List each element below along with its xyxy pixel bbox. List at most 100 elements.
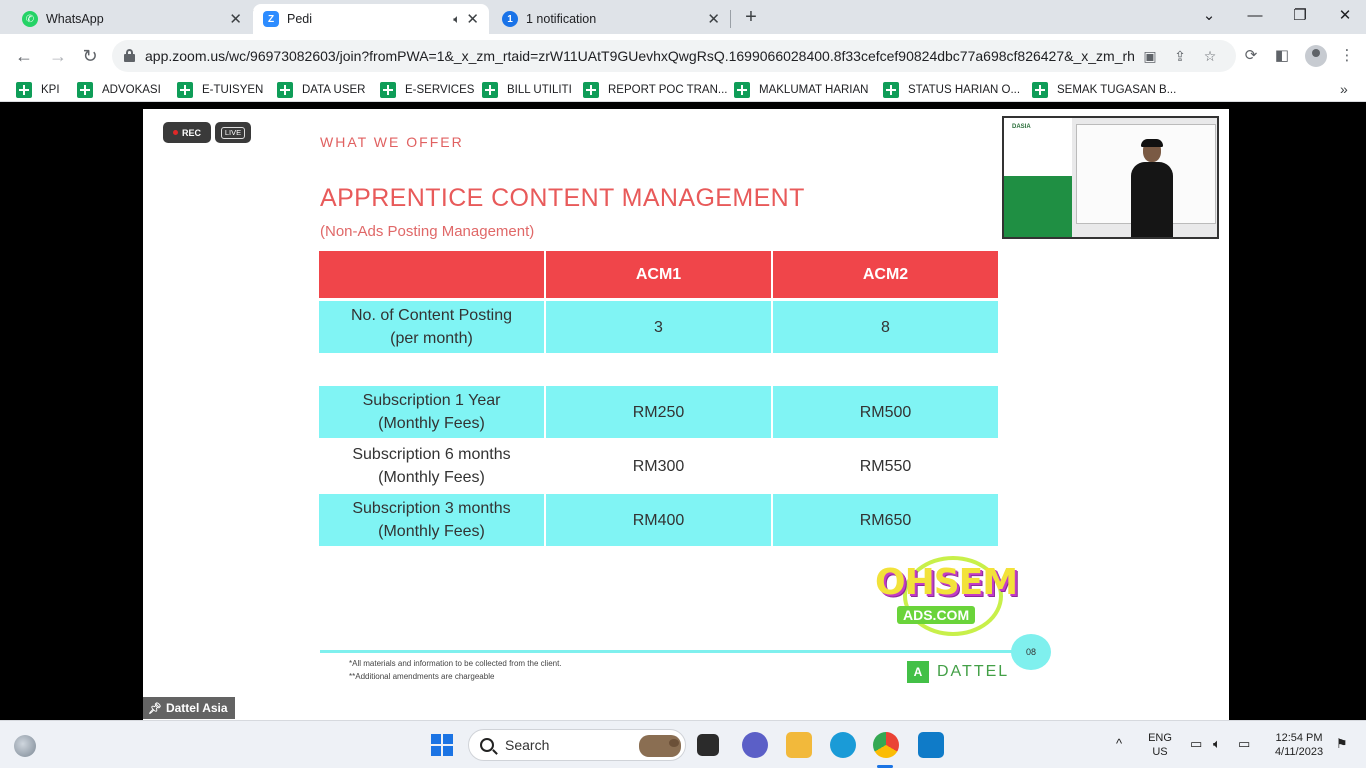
bookmark-item[interactable]: DATA USER: [277, 82, 365, 98]
task-view-icon[interactable]: [697, 734, 719, 756]
store-app-icon[interactable]: [918, 732, 944, 758]
clock-date: 4/11/2023: [1274, 746, 1324, 758]
bookmark-label: KPI: [41, 84, 60, 96]
share-icon[interactable]: ⇪: [1170, 46, 1190, 66]
search-highlight-icon: [639, 735, 681, 757]
bookmark-item[interactable]: E-TUISYEN: [177, 82, 263, 98]
dattel-logo-icon: A: [907, 661, 929, 683]
dattel-brand: A DATTEL: [907, 661, 1009, 683]
address-bar[interactable]: app.zoom.us/wc/96973082603/join?fromPWA=…: [112, 40, 1236, 72]
reload-button[interactable]: ↻: [76, 42, 104, 70]
bookmark-item[interactable]: MAKLUMAT HARIAN: [734, 82, 868, 98]
close-tab-icon[interactable]: ✕: [707, 10, 720, 28]
bookmark-item[interactable]: E-SERVICES: [380, 82, 474, 98]
logo-sub-text: ADS.COM: [897, 606, 976, 624]
windows-start-icon[interactable]: [431, 734, 453, 756]
row-label-line: (Monthly Fees): [378, 415, 485, 432]
cell-acm1-posting: 3: [546, 301, 771, 353]
tab-search-chevron-icon[interactable]: ⌄: [1186, 4, 1232, 28]
profile-avatar[interactable]: [1305, 45, 1327, 67]
teams-chat-icon[interactable]: [742, 732, 768, 758]
participant-name-tag: 📌︎ Dattel Asia: [143, 697, 235, 719]
tab-title: Pedi: [287, 12, 313, 26]
tab-pedi[interactable]: Z Pedi 🔈︎ ✕: [253, 4, 489, 34]
close-tab-icon[interactable]: ✕: [466, 10, 479, 28]
bookmark-item[interactable]: BILL UTILITI: [482, 82, 572, 98]
sheets-icon: [16, 82, 32, 98]
cell-acm1-6-months: RM300: [546, 440, 771, 492]
chrome-browser-icon[interactable]: [873, 732, 899, 758]
search-icon: [480, 738, 494, 752]
browser-tab-strip: ✆ WhatsApp ✕ Z Pedi 🔈︎ ✕ 1 1 notificatio…: [0, 0, 1366, 34]
side-panel-icon[interactable]: ◧: [1271, 45, 1293, 67]
footnote: **Additional amendments are chargeable: [349, 672, 495, 681]
cell-acm2-6-months: RM550: [773, 440, 998, 492]
bookmark-item[interactable]: REPORT POC TRAN...: [583, 82, 728, 98]
language-code: ENG: [1148, 732, 1172, 744]
bookmark-item[interactable]: ADVOKASI: [77, 82, 161, 98]
tab-separator: [730, 10, 731, 28]
bookmark-item[interactable]: STATUS HARIAN O...: [883, 82, 1020, 98]
clock-time: 12:54 PM: [1275, 732, 1323, 744]
input-language[interactable]: ENG US: [1146, 731, 1174, 759]
live-indicator[interactable]: LIVE: [215, 122, 251, 143]
bookmark-star-icon[interactable]: ☆: [1200, 46, 1220, 66]
minimize-button[interactable]: —: [1232, 4, 1278, 28]
bookmark-label: MAKLUMAT HARIAN: [759, 84, 869, 96]
battery-icon[interactable]: ▭: [1238, 736, 1250, 752]
close-tab-icon[interactable]: ✕: [229, 10, 242, 28]
sheets-icon: [277, 82, 293, 98]
clock[interactable]: 12:54 PM 4/11/2023: [1266, 731, 1332, 759]
speaker-video-thumbnail[interactable]: DASIA: [1002, 116, 1219, 239]
bookmark-label: E-SERVICES: [405, 84, 475, 96]
menu-kebab-icon[interactable]: ⋮: [1336, 45, 1358, 67]
weather-widget-icon[interactable]: [14, 735, 36, 757]
sheets-icon: [1032, 82, 1048, 98]
browser-toolbar: ← → ↻ app.zoom.us/wc/96973082603/join?fr…: [0, 34, 1366, 78]
bookmarks-overflow-icon[interactable]: »: [1340, 81, 1348, 97]
bookmark-label: DATA USER: [302, 84, 366, 96]
cell-acm2-1-year: RM500: [773, 386, 998, 438]
windows-taskbar: Search ^ ENG US ▭ 🔈︎ ▭ 12:54 PM 4/11/202…: [0, 720, 1366, 768]
new-tab-button[interactable]: +: [740, 6, 762, 28]
notification-bell-icon[interactable]: ⚑: [1336, 736, 1348, 752]
tab-whatsapp[interactable]: ✆ WhatsApp ✕: [12, 4, 252, 34]
sheets-icon: [734, 82, 750, 98]
sheets-icon: [883, 82, 899, 98]
url-text[interactable]: app.zoom.us/wc/96973082603/join?fromPWA=…: [145, 48, 1135, 64]
maximize-button[interactable]: ❐: [1277, 4, 1323, 28]
row-label-line: (Monthly Fees): [378, 469, 485, 486]
forward-button[interactable]: →: [44, 42, 72, 70]
row-label-line: Subscription 1 Year: [362, 392, 501, 409]
edge-browser-icon[interactable]: [830, 732, 856, 758]
table-header-acm2: ACM2: [773, 251, 998, 298]
extension-icon[interactable]: ⟳: [1240, 45, 1262, 67]
speaker-audio-icon[interactable]: 🔈︎: [453, 12, 460, 27]
volume-icon[interactable]: 🔈︎: [1213, 736, 1221, 752]
tab-notification[interactable]: 1 1 notification ✕: [492, 4, 730, 34]
sheets-icon: [380, 82, 396, 98]
row-label-line: (per month): [390, 330, 473, 347]
table-header-empty: [319, 251, 544, 298]
lock-icon[interactable]: [124, 49, 135, 62]
file-explorer-icon[interactable]: [786, 732, 812, 758]
meeting-view: REC LIVE WHAT WE OFFER APPRENTICE CONTEN…: [0, 103, 1366, 720]
keyboard-layout: US: [1152, 746, 1168, 758]
tray-overflow-chevron-icon[interactable]: ^: [1116, 736, 1122, 751]
bookmark-item[interactable]: SEMAK TUGASAN B...: [1032, 82, 1176, 98]
logo-main-text: OHSEM: [875, 562, 1018, 603]
camera-blocked-icon[interactable]: ▣: [1140, 46, 1160, 66]
slide-subtitle: (Non-Ads Posting Management): [320, 223, 535, 240]
banner-text: DASIA: [1012, 124, 1031, 130]
bookmark-label: BILL UTILITI: [507, 84, 572, 96]
close-window-button[interactable]: ✕: [1322, 4, 1366, 28]
back-button[interactable]: ←: [10, 42, 38, 70]
bookmark-item[interactable]: KPI: [16, 82, 60, 98]
cell-acm2-posting: 8: [773, 301, 998, 353]
recording-indicator[interactable]: REC: [163, 122, 211, 143]
cell-acm2-3-months: RM650: [773, 494, 998, 546]
sheets-icon: [177, 82, 193, 98]
bookmarks-bar: KPI ADVOKASI E-TUISYEN DATA USER E-SERVI…: [0, 78, 1366, 102]
display-icon[interactable]: ▭: [1190, 736, 1202, 752]
taskbar-search[interactable]: Search: [468, 729, 686, 761]
